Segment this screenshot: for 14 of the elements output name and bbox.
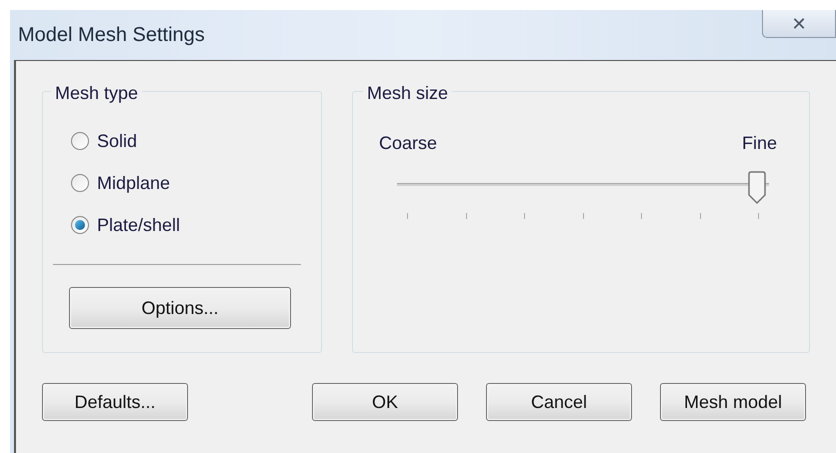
radio-option[interactable]: Plate/shell (71, 212, 322, 238)
dialog-button[interactable]: Mesh model (660, 383, 806, 421)
defaults-button[interactable]: Defaults... (42, 383, 188, 421)
dialog-button[interactable]: Cancel (486, 383, 632, 421)
slider-min-label: Coarse (379, 132, 438, 155)
slider-max-label: Fine (742, 132, 777, 155)
close-button[interactable]: ✕ (762, 10, 836, 38)
radio-option[interactable]: Solid (71, 128, 322, 154)
radio-option[interactable]: Midplane (71, 170, 322, 196)
slider-thumb[interactable] (747, 171, 768, 205)
window-title: Model Mesh Settings (18, 23, 205, 48)
options-button[interactable]: Options... (69, 287, 291, 329)
mesh-size-slider[interactable] (397, 171, 770, 205)
dialog-button[interactable]: OK (312, 383, 458, 421)
